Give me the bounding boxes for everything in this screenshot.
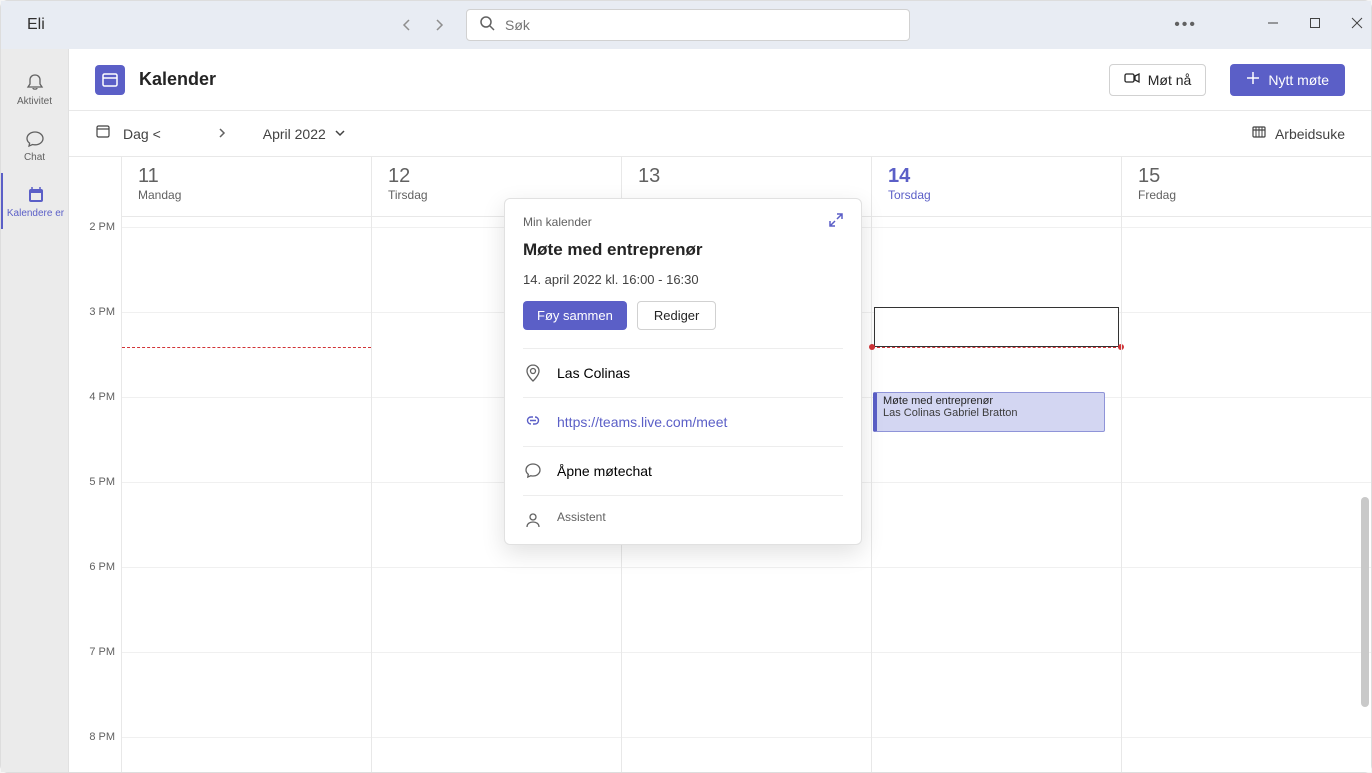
minimize-icon[interactable] bbox=[1267, 16, 1279, 34]
edit-button[interactable]: Rediger bbox=[637, 301, 717, 330]
month-selector[interactable]: April 2022 bbox=[263, 126, 346, 142]
popup-title: Møte med entreprenør bbox=[505, 236, 861, 264]
app-title: Eli bbox=[27, 16, 45, 34]
workweek-icon bbox=[1251, 124, 1267, 143]
search-input[interactable] bbox=[505, 17, 897, 33]
time-selection-box[interactable] bbox=[874, 307, 1119, 347]
more-icon[interactable]: ••• bbox=[1174, 16, 1197, 34]
popup-role: Assistent bbox=[557, 510, 606, 524]
day-name: Torsdag bbox=[888, 188, 1105, 202]
titlebar: Eli ••• bbox=[1, 1, 1371, 49]
person-icon bbox=[523, 510, 543, 530]
app-sidebar: Aktivitet Chat Kalendere er bbox=[1, 49, 69, 772]
video-icon bbox=[1124, 70, 1140, 89]
popup-location: Las Colinas bbox=[557, 365, 630, 381]
calendar-toolbar: Dag < April 2022 Arbeidsuke bbox=[69, 111, 1371, 157]
event-title: Møte med entreprenør bbox=[883, 395, 1098, 407]
day-column-friday[interactable]: 15 Fredag bbox=[1121, 157, 1371, 772]
time-label: 2 PM bbox=[89, 221, 115, 233]
day-name: Mandag bbox=[138, 188, 355, 202]
day-name: Fredag bbox=[1138, 188, 1355, 202]
day-number: 13 bbox=[638, 165, 855, 188]
next-arrow-icon[interactable] bbox=[213, 125, 231, 143]
sidebar-item-calendar[interactable]: Kalendere er bbox=[1, 173, 68, 229]
day-number: 12 bbox=[388, 165, 605, 188]
time-label: 8 PM bbox=[89, 731, 115, 743]
expand-icon[interactable] bbox=[829, 213, 843, 230]
time-label: 7 PM bbox=[89, 646, 115, 658]
popup-calendar-name: Min kalender bbox=[523, 215, 592, 229]
day-view-button[interactable]: Dag < bbox=[123, 126, 161, 142]
sidebar-item-label: Kalendere er bbox=[7, 208, 64, 219]
chat-icon bbox=[523, 461, 543, 481]
page-header: Kalender Møt nå Nytt møte bbox=[69, 49, 1371, 111]
day-column-monday[interactable]: 11 Mandag bbox=[121, 157, 371, 772]
sidebar-item-label: Chat bbox=[24, 152, 45, 163]
maximize-icon[interactable] bbox=[1309, 16, 1321, 34]
event-popup: Min kalender Møte med entreprenør 14. ap… bbox=[504, 198, 862, 545]
calendar-event[interactable]: Møte med entreprenør Las Colinas Gabriel… bbox=[873, 392, 1105, 432]
calendar-icon bbox=[25, 184, 47, 206]
nav-back-icon[interactable] bbox=[401, 18, 415, 32]
day-number: 11 bbox=[138, 165, 355, 188]
search-bar[interactable] bbox=[466, 9, 910, 41]
meeting-link-row[interactable]: https://teams.live.com/meet bbox=[523, 397, 843, 446]
popup-time: 14. april 2022 kl. 16:00 - 16:30 bbox=[505, 264, 861, 301]
day-number: 15 bbox=[1138, 165, 1355, 188]
sidebar-item-activity[interactable]: Aktivitet bbox=[1, 61, 68, 117]
chevron-down-icon bbox=[334, 126, 346, 142]
today-icon[interactable] bbox=[95, 123, 111, 144]
new-meeting-button[interactable]: Nytt møte bbox=[1230, 64, 1345, 96]
plus-icon bbox=[1246, 71, 1260, 88]
nav-forward-icon[interactable] bbox=[433, 18, 447, 32]
popup-chat-label: Åpne møtechat bbox=[557, 463, 652, 479]
sidebar-item-label: Aktivitet bbox=[17, 96, 52, 107]
calendar-app-icon bbox=[95, 65, 125, 95]
workweek-button[interactable]: Arbeidsuke bbox=[1251, 124, 1345, 143]
day-number: 14 bbox=[888, 165, 1105, 188]
now-indicator bbox=[872, 347, 1121, 348]
close-icon[interactable] bbox=[1351, 16, 1363, 34]
time-label: 4 PM bbox=[89, 391, 115, 403]
link-icon bbox=[523, 412, 543, 432]
now-indicator bbox=[122, 347, 371, 348]
page-title: Kalender bbox=[139, 69, 216, 90]
sidebar-item-chat[interactable]: Chat bbox=[1, 117, 68, 173]
popup-link: https://teams.live.com/meet bbox=[557, 414, 727, 430]
time-label: 5 PM bbox=[89, 476, 115, 488]
time-label: 3 PM bbox=[89, 306, 115, 318]
bell-icon bbox=[24, 72, 46, 94]
day-column-thursday[interactable]: 14 Torsdag bbox=[871, 157, 1121, 772]
open-chat-row[interactable]: Åpne møtechat bbox=[523, 446, 843, 495]
location-icon bbox=[523, 363, 543, 383]
join-button[interactable]: Føy sammen bbox=[523, 301, 627, 330]
event-subtitle: Las Colinas Gabriel Bratton bbox=[883, 407, 1098, 419]
chat-icon bbox=[24, 128, 46, 150]
scrollbar-thumb[interactable] bbox=[1361, 497, 1369, 707]
meet-now-button[interactable]: Møt nå bbox=[1109, 64, 1207, 96]
search-icon bbox=[479, 15, 495, 36]
time-label: 6 PM bbox=[89, 561, 115, 573]
